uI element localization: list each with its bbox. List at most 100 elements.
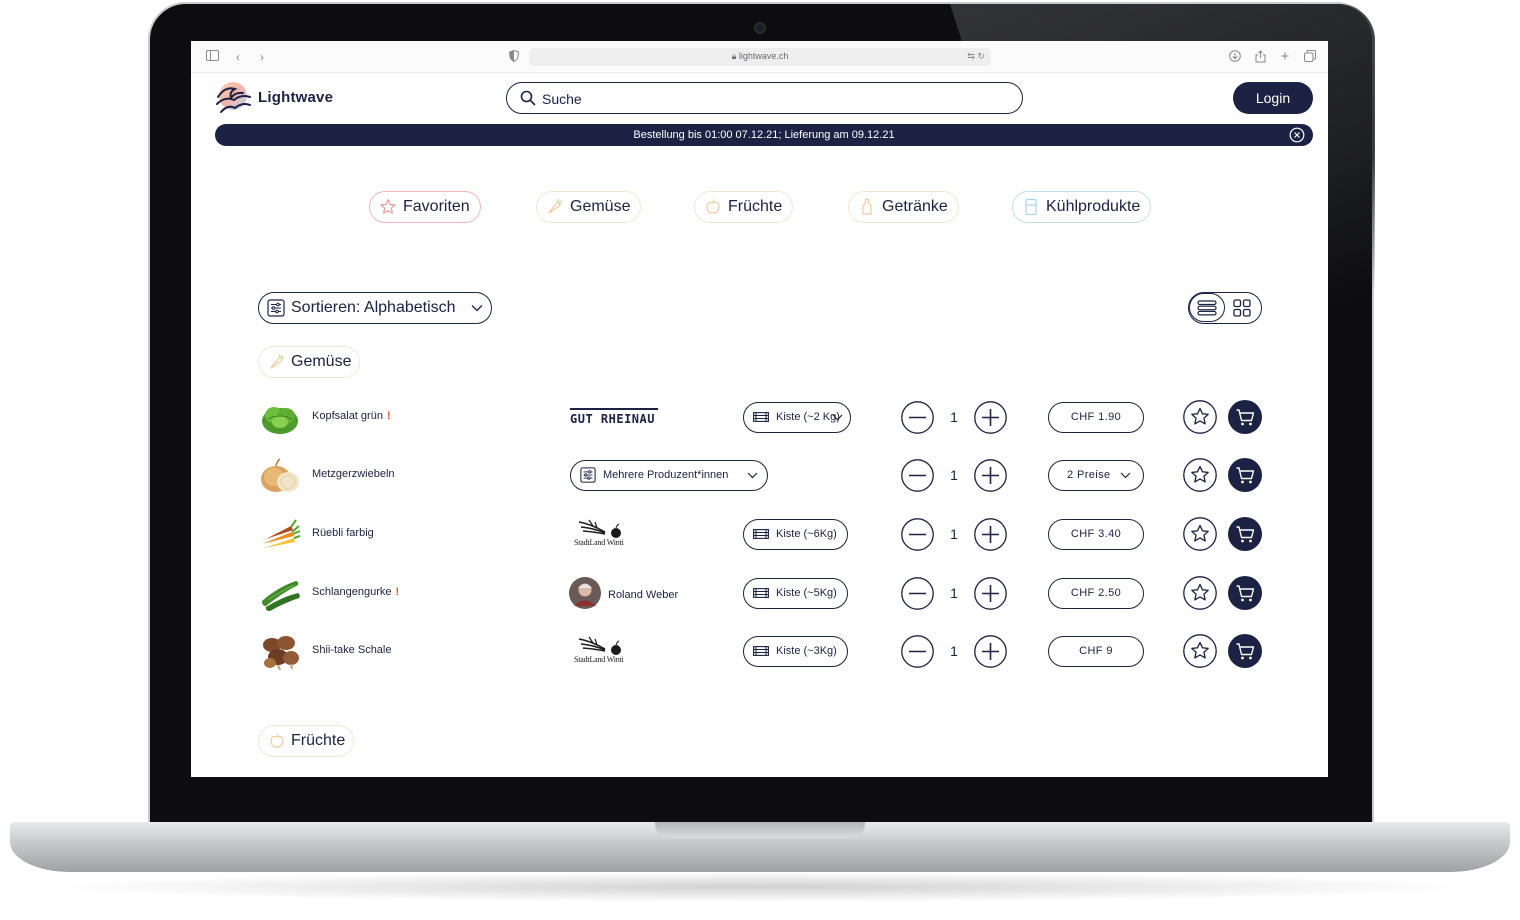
quantity-value[interactable]: 1: [947, 643, 961, 659]
category-favoriten[interactable]: Favoriten: [369, 191, 481, 223]
product-name[interactable]: Shii-take Schale: [312, 644, 392, 656]
producer-logo-stadtland-winti[interactable]: StadtLand Winti: [569, 635, 629, 667]
minus-button[interactable]: [901, 635, 934, 668]
producer-logo-stadtland-winti[interactable]: StadtLand Winti: [569, 518, 629, 550]
price-tag: CHF 1.90: [1048, 402, 1144, 433]
brand-name: Lightwave: [258, 89, 334, 106]
section-label: Gemüse: [291, 353, 352, 370]
favorite-star-button[interactable]: [1183, 576, 1217, 610]
product-row: Kopfsalat grün! GUT RHEINAU Kiste (~2 Kg…: [258, 397, 1268, 437]
producer-name: Roland Weber: [608, 589, 679, 601]
chevron-down-icon: [832, 414, 843, 421]
producer-name: GUT RHEINAU: [570, 412, 655, 426]
product-row: Shii-take Schale StadtLand Winti Kiste (…: [258, 631, 1268, 671]
plus-button[interactable]: [974, 577, 1007, 610]
price-select[interactable]: 2 Preise: [1048, 460, 1144, 491]
favorite-star-button[interactable]: [1183, 458, 1217, 492]
close-icon[interactable]: [1289, 127, 1305, 143]
favorite-star-button[interactable]: [1183, 634, 1217, 668]
bottle-icon: [862, 198, 872, 215]
download-icon[interactable]: [1228, 50, 1242, 64]
quantity-value[interactable]: 1: [947, 585, 961, 601]
add-to-cart-button[interactable]: [1228, 400, 1262, 434]
product-name[interactable]: Schlangengurke!: [312, 586, 399, 598]
product-name[interactable]: Rüebli farbig: [312, 527, 374, 539]
privacy-shield-icon[interactable]: [507, 49, 521, 64]
sort-dropdown[interactable]: Sortieren: Alphabetisch: [258, 292, 492, 324]
category-label: Früchte: [728, 198, 783, 215]
category-getraenke[interactable]: Getränke: [848, 191, 959, 223]
view-toggle: [1188, 292, 1262, 324]
add-to-cart-button[interactable]: [1228, 576, 1262, 610]
laptop-shadow: [40, 872, 1480, 902]
list-view-button[interactable]: [1189, 293, 1225, 322]
back-icon[interactable]: ‹: [231, 50, 245, 64]
sort-label: Sortieren: Alphabetisch: [291, 299, 456, 316]
box-size-label-pill: Kiste (~5Kg): [743, 578, 848, 609]
new-tab-icon[interactable]: +: [1278, 49, 1292, 64]
minus-button[interactable]: [901, 518, 934, 551]
box-size-label: Kiste (~6Kg): [776, 528, 837, 540]
plus-button[interactable]: [974, 635, 1007, 668]
list-view-icon: [1197, 300, 1217, 316]
lock-icon: 🔒︎: [731, 51, 737, 61]
category-gemuese[interactable]: Gemüse: [536, 191, 642, 223]
category-fruechte[interactable]: Früchte: [694, 191, 794, 223]
producer-name: StadtLand Winti: [574, 538, 624, 547]
delivery-info: Bestellung bis 01:00 07.12.21; Lieferung…: [633, 129, 895, 141]
browser-toolbar: ‹ › 🔒︎ lightwave.ch ⇆ ↻ +: [191, 41, 1328, 73]
producers-label: Mehrere Produzent*innen: [603, 469, 729, 481]
tabs-overview-icon[interactable]: [1303, 50, 1317, 64]
producer-name: StadtLand Winti: [574, 655, 624, 664]
warning-icon: !: [395, 586, 400, 598]
translate-reload-icons[interactable]: ⇆ ↻: [967, 51, 985, 62]
product-name[interactable]: Metzgerzwiebeln: [312, 468, 395, 480]
plus-button[interactable]: [974, 518, 1007, 551]
box-size-select[interactable]: Kiste (~2 Kg): [743, 402, 851, 433]
share-icon[interactable]: [1253, 50, 1267, 64]
favorite-star-button[interactable]: [1183, 517, 1217, 551]
quantity-value[interactable]: 1: [947, 526, 961, 542]
plus-button[interactable]: [974, 401, 1007, 434]
add-to-cart-button[interactable]: [1228, 634, 1262, 668]
login-button[interactable]: Login: [1233, 82, 1313, 114]
wave-logo-icon: [216, 82, 251, 113]
search-input[interactable]: Suche: [506, 82, 1023, 114]
filter-sliders-icon: [580, 467, 596, 483]
sidebar-icon[interactable]: [205, 50, 219, 64]
add-to-cart-button[interactable]: [1228, 458, 1262, 492]
product-name[interactable]: Kopfsalat grün!: [312, 410, 391, 422]
forward-icon[interactable]: ›: [255, 50, 269, 64]
grid-view-icon: [1233, 299, 1251, 317]
cucumber-image: [262, 581, 300, 611]
search-placeholder: Suche: [542, 91, 582, 107]
category-label: Favoriten: [403, 198, 470, 215]
quantity-value[interactable]: 1: [947, 467, 961, 483]
favorite-star-button[interactable]: [1183, 400, 1217, 434]
category-kuehlprodukte[interactable]: Kühlprodukte: [1012, 191, 1152, 223]
brand-logo[interactable]: Lightwave: [215, 80, 355, 116]
plus-button[interactable]: [974, 459, 1007, 492]
add-to-cart-button[interactable]: [1228, 517, 1262, 551]
section-heading-gemuese: Gemüse: [258, 346, 361, 378]
warning-icon: !: [386, 410, 391, 422]
quantity-value[interactable]: 1: [947, 409, 961, 425]
minus-button[interactable]: [901, 577, 934, 610]
fridge-icon: [1025, 198, 1037, 216]
price-tag: CHF 2.50: [1048, 578, 1144, 609]
producer-roland-weber[interactable]: Roland Weber: [569, 577, 709, 609]
url-text: 🔒︎ lightwave.ch: [731, 51, 789, 61]
category-label: Gemüse: [570, 198, 631, 215]
product-row: Rüebli farbig StadtLand Winti Kiste (~6K…: [258, 514, 1268, 554]
delivery-banner: Bestellung bis 01:00 07.12.21; Lieferung…: [215, 124, 1313, 146]
apple-icon: [270, 733, 284, 748]
address-bar[interactable]: 🔒︎ lightwave.ch ⇆ ↻: [529, 48, 991, 66]
apple-icon: [706, 199, 720, 214]
minus-button[interactable]: [901, 459, 934, 492]
crate-icon: [753, 646, 769, 656]
logo-rule: [570, 408, 658, 410]
multiple-producers-select[interactable]: Mehrere Produzent*innen: [570, 460, 768, 491]
onion-image: [261, 458, 299, 492]
minus-button[interactable]: [901, 401, 934, 434]
price-tag: CHF 9: [1048, 636, 1144, 667]
